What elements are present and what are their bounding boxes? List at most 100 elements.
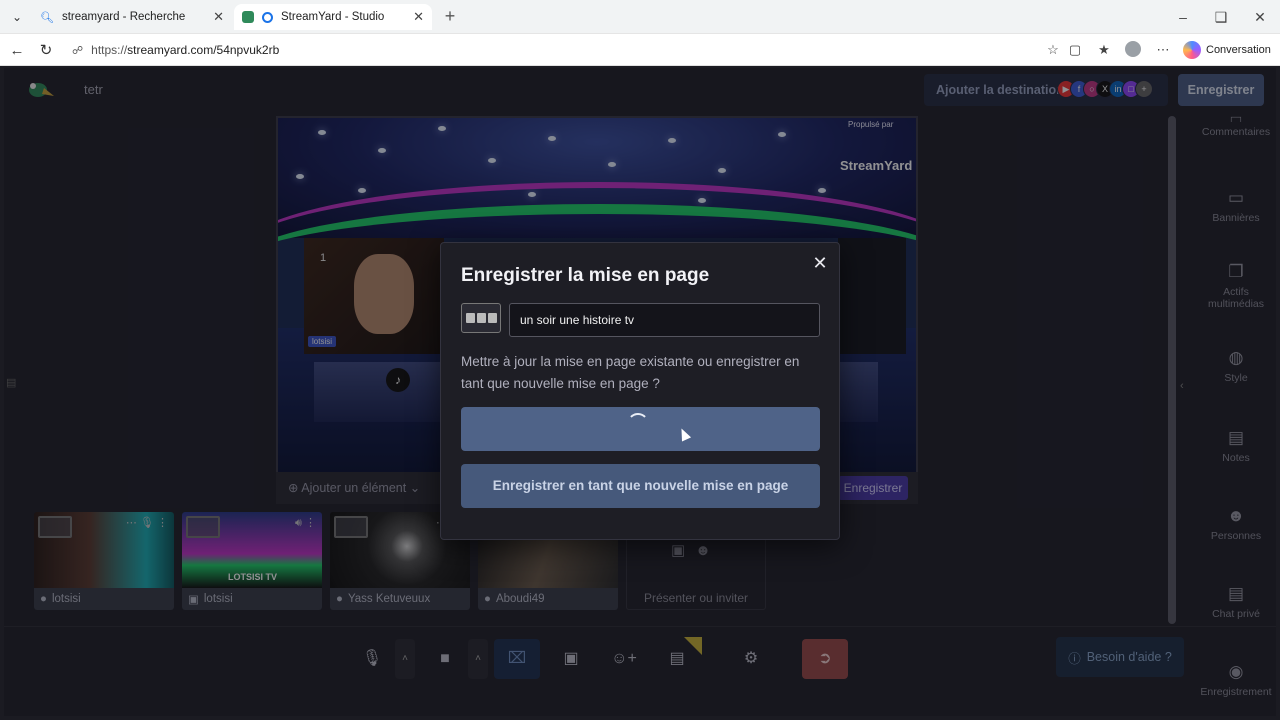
streamyard-watermark: StreamYard xyxy=(840,158,913,173)
screen-share-icon: ▣ xyxy=(188,594,199,606)
camera-icon[interactable]: ■ xyxy=(422,639,468,679)
window-close-icon[interactable]: ✕ xyxy=(1249,6,1271,28)
desk xyxy=(314,362,454,422)
sidebar-item-label: Actifs multimédias xyxy=(1207,286,1265,310)
site-info-icon[interactable]: ☍ xyxy=(72,44,83,57)
scrollbar[interactable] xyxy=(1168,116,1176,624)
browser-tab-bar: ⌄ 🔍︎ streamyard - Recherche ✕ StreamYard… xyxy=(0,0,1280,34)
layout-name-input[interactable] xyxy=(509,303,820,337)
chevron-down-icon: ⌄ xyxy=(409,481,421,495)
thumbnail-controls[interactable]: ⋯ 🎙︎ ⋮ xyxy=(126,516,168,529)
notes-icon: ▤ xyxy=(1227,428,1245,447)
media-icon: ❐ xyxy=(1228,262,1244,281)
save-as-new-layout-button[interactable]: Enregistrer en tant que nouvelle mise en… xyxy=(461,464,820,508)
stop-screen-share-icon[interactable]: ⌧ xyxy=(494,639,540,679)
sidebar-collapse-chevron-icon[interactable]: ‹ xyxy=(1180,380,1184,392)
profile-avatar-icon[interactable] xyxy=(1124,41,1142,59)
sidebar-item-private-chat[interactable]: ▤ Chat privé xyxy=(1196,584,1276,620)
tiktok-icon: ♪ xyxy=(386,368,410,392)
share-screen-icon[interactable]: ▣ xyxy=(548,639,594,679)
new-feature-corner-badge xyxy=(684,637,702,655)
studio-header: tetr Ajouter la destination ▶ f ○ X in □… xyxy=(4,68,1276,112)
conversation-label: Conversation xyxy=(1206,44,1271,56)
participant-video xyxy=(354,254,414,334)
comment-icon: □ xyxy=(1230,112,1242,122)
stage-camera-feed[interactable]: 1 lotsisi xyxy=(304,238,444,354)
address-bar-row: ← ↻ ☍ https://streamyard.com/54npvuk2rb … xyxy=(0,34,1280,66)
participant-name: lotsisi xyxy=(203,593,233,605)
favorites-icon[interactable]: ★ xyxy=(1095,41,1113,59)
maximize-icon[interactable]: ❑ xyxy=(1210,6,1232,28)
participant-thumbnail[interactable]: ⋯ 🎙︎ ⋮ ● lotsisi xyxy=(34,512,174,610)
stage-camera-feed-right[interactable] xyxy=(838,238,906,354)
sidebar-item-comments[interactable]: □ Commentaires xyxy=(1196,112,1276,138)
destination-icons: ▶ f ○ X in □ + xyxy=(1057,80,1153,98)
person-icon: ● xyxy=(40,593,47,605)
close-icon[interactable]: ✕ xyxy=(413,9,424,25)
thumbnail-controls[interactable]: 🔊︎ ⋮ xyxy=(295,516,316,530)
mic-options-chevron-icon[interactable]: ˄ xyxy=(395,639,415,679)
participant-name: Aboudi49 xyxy=(495,593,545,605)
leave-studio-icon[interactable]: ➲ xyxy=(802,639,848,679)
participant-name-bar: ● lotsisi xyxy=(34,588,174,610)
copilot-icon xyxy=(1183,41,1201,59)
sidebar-item-label: Chat privé xyxy=(1212,608,1260,620)
search-icon: 🔍︎ xyxy=(40,11,54,24)
sidebar-item-people[interactable]: ☻ Personnes xyxy=(1196,506,1276,542)
participant-name-bar: ▣ lotsisi xyxy=(182,588,322,610)
sidebar-item-media[interactable]: ❐ Actifs multimédias xyxy=(1196,262,1276,310)
help-label: Besoin d'aide ? xyxy=(1086,650,1172,664)
sidebar-item-label: Notes xyxy=(1222,452,1250,464)
add-element-label: Ajouter un élément xyxy=(301,481,407,495)
camera-in-use-icon[interactable]: ▢ xyxy=(1066,41,1084,59)
settings-gear-icon[interactable]: ⚙ xyxy=(728,639,774,679)
layout-save-button[interactable]: Enregistrer xyxy=(838,476,908,500)
microphone-icon[interactable]: 🎙︎ xyxy=(349,639,395,679)
add-to-stage-icon[interactable] xyxy=(334,516,368,538)
header-save-button[interactable]: Enregistrer xyxy=(1178,74,1264,106)
copilot-conversation-button[interactable]: Conversation xyxy=(1183,39,1271,61)
left-panel-toggle-icon[interactable]: ▤ xyxy=(6,376,20,390)
participant-name-bar: ● Yass Ketuveuux xyxy=(330,588,470,610)
update-layout-button[interactable] xyxy=(461,407,820,451)
tab-list-chevron-icon[interactable]: ⌄ xyxy=(6,6,28,28)
help-button[interactable]: ⓘ Besoin d'aide ? xyxy=(1056,637,1184,677)
back-arrow-icon[interactable]: ← xyxy=(6,40,28,62)
participant-thumbnail[interactable]: LOTSISI TV 🔊︎ ⋮ ▣ lotsisi xyxy=(182,512,322,610)
new-tab-plus-icon[interactable]: + xyxy=(440,6,460,26)
participant-name-bar: ● Aboudi49 xyxy=(478,588,618,610)
participant-name: Yass Ketuveuux xyxy=(347,593,431,605)
invite-guest-icon[interactable]: ☺+ xyxy=(601,639,647,679)
tab-label: streamyard - Recherche xyxy=(61,11,186,23)
project-name[interactable]: tetr xyxy=(84,82,103,97)
tab-search[interactable]: 🔍︎ streamyard - Recherche ✕ xyxy=(32,4,232,30)
plus-icon: + xyxy=(1135,80,1153,98)
favorite-star-icon[interactable]: ☆ xyxy=(1044,41,1062,59)
add-to-stage-icon[interactable] xyxy=(38,516,72,538)
screen-overlay-text: LOTSISI TV xyxy=(228,572,278,582)
minimize-icon[interactable]: – xyxy=(1172,6,1194,28)
sidebar-item-label: Bannières xyxy=(1212,212,1260,224)
present-invite-icons: ▣☻ xyxy=(671,542,721,559)
close-icon[interactable]: ✕ xyxy=(810,253,830,273)
present-invite-label: Présenter ou inviter xyxy=(643,591,749,605)
more-options-icon[interactable]: ⋯ xyxy=(1154,41,1172,59)
people-icon: ☻ xyxy=(1227,506,1245,525)
url-field[interactable]: ☍ https://streamyard.com/54npvuk2rb xyxy=(64,38,1088,62)
plus-circle-icon: ⊕ xyxy=(288,481,299,495)
url-text: https://streamyard.com/54npvuk2rb xyxy=(91,43,280,57)
tab-streamyard-studio[interactable]: StreamYard - Studio ✕ xyxy=(234,4,432,30)
chat-icon: ▤ xyxy=(1227,584,1245,603)
sidebar-item-notes[interactable]: ▤ Notes xyxy=(1196,428,1276,464)
dialog-title: Enregistrer la mise en page xyxy=(461,265,710,286)
powered-by-label: Propulsé par xyxy=(848,120,894,129)
add-to-stage-icon[interactable] xyxy=(186,516,220,538)
add-element-button[interactable]: ⊕ Ajouter un élément ⌄ xyxy=(288,480,420,495)
recording-indicator-icon xyxy=(262,11,273,23)
loading-spinner-icon xyxy=(627,413,649,435)
camera-options-chevron-icon[interactable]: ˄ xyxy=(468,639,488,679)
sidebar-item-style[interactable]: ◍ Style xyxy=(1196,348,1276,384)
close-icon[interactable]: ✕ xyxy=(213,9,224,25)
reload-icon[interactable]: ↻ xyxy=(35,40,57,62)
sidebar-item-banners[interactable]: ▭ Bannières xyxy=(1196,188,1276,224)
